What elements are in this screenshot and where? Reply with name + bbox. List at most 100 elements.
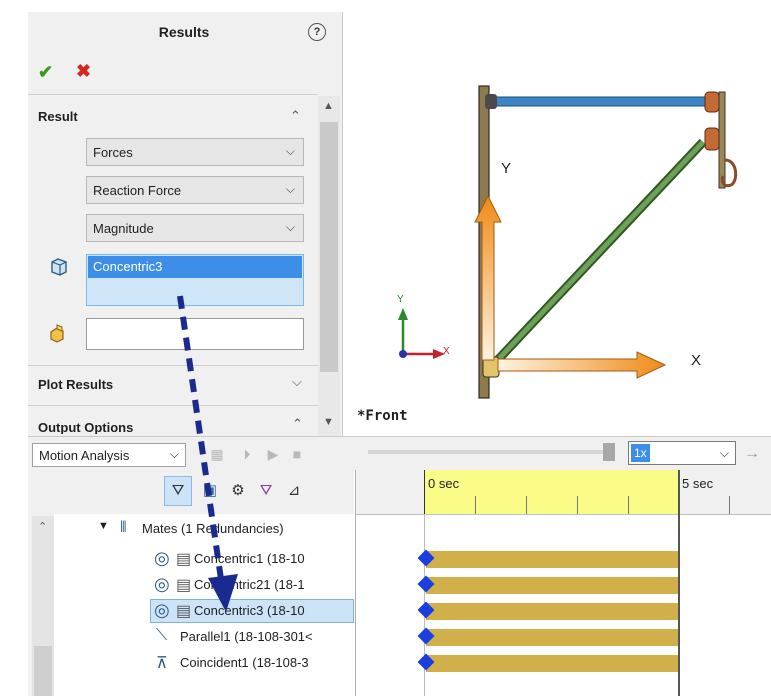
mates-folder-icon: ⦀ [120,519,127,536]
stop-icon[interactable]: ■ [288,445,306,463]
scroll-up-icon[interactable]: ▲ [323,100,334,112]
tree-item-mate[interactable]: ◎ ▤ Concentric21 (18-1 [54,572,354,598]
divider [28,365,318,366]
timeline-bar[interactable] [426,551,678,568]
component-icon: ▤ [176,551,192,568]
parallel-mate-icon: ⟍ [156,627,168,644]
tree-item-mate[interactable]: ⊼ Coincident1 (18-108-3 [54,650,354,676]
component-icon: ▤ [176,603,192,620]
scroll-thumb[interactable] [34,646,52,696]
result-category-dropdown[interactable]: Forces ⌵ [86,138,304,166]
play-icon[interactable]: ▶ [264,445,282,463]
mate-selection-icon [48,256,70,278]
concentric-mate-icon: ◎ [154,600,170,620]
playback-speed-dropdown[interactable]: 1x ⌵ [628,441,736,465]
tick-minor [475,496,476,514]
help-icon[interactable]: ? [308,23,326,41]
divider [28,94,318,95]
divider [28,405,318,406]
play-from-start-icon[interactable]: ⏵ [238,445,256,463]
tick-minor [628,496,629,514]
expand-arrow-icon[interactable]: ▼ [98,520,109,532]
right-bushing-lower [704,127,720,151]
filter-driving-icon[interactable]: ⚙ [226,479,250,503]
time-label-start: 0 sec [428,476,460,491]
output-options-section-label[interactable]: Output Options [38,420,133,434]
plot-results-section-label[interactable]: Plot Results [38,377,113,392]
component-selection-field[interactable] [86,318,304,350]
timeline-row [356,624,771,650]
chevron-down-icon: ⌵ [285,144,295,158]
component-reference-icon [48,322,70,344]
timeline-bar[interactable] [426,603,678,620]
playback-slider-thumb[interactable] [603,443,615,461]
timeline-bar[interactable] [426,629,678,646]
mate-selection-list[interactable]: Concentric3 [86,254,304,306]
filter-results-icon[interactable]: ⊿ [282,479,306,503]
time-range-highlight [424,470,678,514]
time-label-end: 5 sec [682,476,714,491]
chevron-down-icon: ⌵ [285,182,295,196]
left-pin [485,94,497,109]
tick-minor [526,496,527,514]
tree-filter-bar: ⛛ ▣ ⚙ ⛛ ⊿ [28,470,354,514]
ok-button[interactable]: ✔ [38,62,53,83]
coincident-mate-icon: ⊼ [156,655,168,672]
collapse-result-icon[interactable]: ⌃ [290,108,301,124]
selected-list-item[interactable]: Concentric3 [88,256,302,278]
chevron-down-icon: ⌵ [169,447,179,461]
force-y-axis-label: Y [501,160,512,177]
right-bushing-top [704,91,720,113]
tree-item-mate[interactable]: ⟍ Parallel1 (18-108-301< [54,624,354,650]
filter-icon[interactable]: ⛛ [166,479,190,503]
timeline-row [356,546,771,572]
tree-node-mates[interactable]: ▼ ⦀ Mates (1 Redundancies) [54,516,354,542]
arrow-right-icon[interactable]: → [744,445,760,463]
timeline-end-marker[interactable] [678,470,680,696]
chevron-down-icon: ⌵ [285,220,295,234]
timeline-pane[interactable]: 0 sec 5 sec [355,470,771,696]
tree-item-mate[interactable]: ◎ ▤ Concentric1 (18-10 [54,546,354,572]
collapse-output-options-icon[interactable]: ⌃ [292,416,303,432]
property-manager-header: Results ? [28,12,342,52]
filter-animated-icon[interactable]: ▣ [198,479,222,503]
playback-slider[interactable] [368,450,608,454]
timeline-bar[interactable] [426,577,678,594]
filter-selected-icon[interactable]: ⛛ [254,479,278,503]
study-type-dropdown[interactable]: Motion Analysis ⌵ [32,443,186,467]
concentric-mate-icon: ◎ [154,548,170,568]
chevron-down-icon[interactable]: ⌵ [292,374,302,390]
scroll-up-icon[interactable]: ⌃ [38,520,47,533]
scroll-thumb[interactable] [320,122,338,372]
property-manager-title: Results [158,24,210,40]
scroll-down-icon[interactable]: ▼ [323,416,334,428]
force-x-axis-label: X [691,352,702,369]
tree-item-mate-selected[interactable]: ◎ ▤ Concentric3 (18-10 [54,598,354,624]
view-orientation-label: *Front [357,408,408,424]
horizontal-link [492,96,706,107]
tree-scrollbar[interactable]: ⌃ [32,516,54,696]
cancel-button[interactable]: ✖ [76,61,91,82]
timeline-row [356,572,771,598]
triad-x-label: X [443,346,450,357]
tick-minor [577,496,578,514]
chevron-down-icon: ⌵ [719,446,729,460]
component-icon: ▤ [176,577,192,594]
result-subcategory-dropdown[interactable]: Reaction Force ⌵ [86,176,304,204]
hook-plate [718,91,726,189]
concentric-mate-icon: ◎ [154,574,170,594]
motion-tree-pane: ⛛ ▣ ⚙ ⛛ ⊿ ⌃ ▼ ⦀ Mates (1 Redundancies) ◎… [28,470,354,696]
reaction-force-x-arrow [497,351,667,379]
motion-manager-toolbar: Motion Analysis ⌵ ▦ ⏵ ▶ ■ 1x ⌵ → [28,436,771,471]
results-property-manager: Results ? ✔ ✖ Result ⌃ Forces ⌵ Reaction… [28,12,343,436]
result-section-label: Result [38,109,78,124]
timeline-bar[interactable] [426,655,678,672]
graphics-area[interactable]: Y X Y X [343,10,771,436]
tick-major [424,470,425,514]
time-ruler[interactable]: 0 sec 5 sec [356,470,771,515]
result-component-dropdown[interactable]: Magnitude ⌵ [86,214,304,242]
property-manager-scrollbar[interactable]: ▲ ▼ [318,96,340,436]
motion-tree: ▼ ⦀ Mates (1 Redundancies) ◎ ▤ Concentri… [54,514,354,696]
tick-minor [729,496,730,514]
calculate-icon[interactable]: ▦ [208,445,226,463]
